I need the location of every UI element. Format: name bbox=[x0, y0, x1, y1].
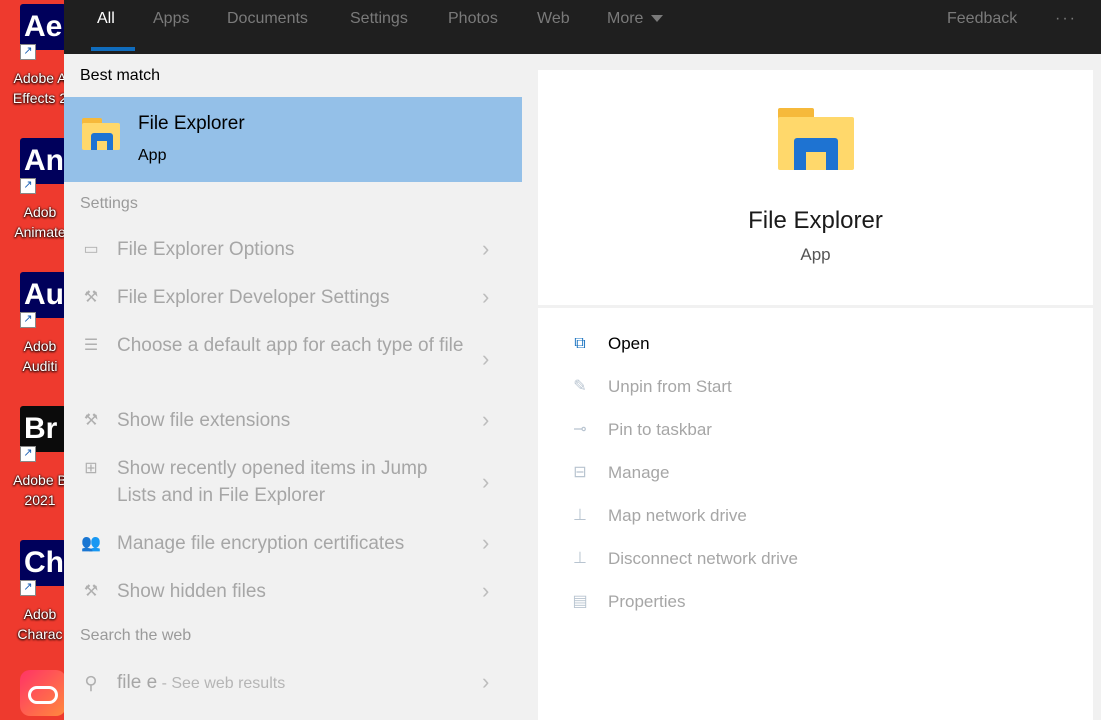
manage-action-label: Manage bbox=[608, 463, 670, 482]
tab-more-label: More bbox=[607, 10, 644, 27]
desktop-icon-label: Animate bbox=[14, 224, 64, 240]
web-search-item[interactable]: ⚲ file e - See web results › bbox=[64, 669, 522, 696]
desktop-icon-label: Adob bbox=[23, 606, 57, 622]
tools-icon: ⚒ bbox=[83, 583, 99, 600]
desktop-icon-audition[interactable]: Au ↗ Adob Auditi bbox=[0, 268, 64, 398]
settings-item-label: File Explorer Options bbox=[117, 239, 295, 260]
pin-icon: ⊸ bbox=[573, 421, 587, 438]
tab-photos[interactable]: Photos bbox=[448, 0, 498, 54]
options-icon: ▭ bbox=[83, 241, 99, 258]
web-search-query: file e bbox=[117, 672, 158, 693]
chevron-right-icon: › bbox=[482, 469, 490, 494]
settings-item-label: Show hidden files bbox=[117, 581, 266, 602]
active-tab-indicator bbox=[91, 47, 135, 51]
settings-item-label: Choose a default app for each type of fi… bbox=[117, 335, 464, 356]
properties-icon: ▤ bbox=[572, 593, 588, 610]
settings-item[interactable]: 👥 Manage file encryption certificates › bbox=[64, 530, 522, 557]
chevron-right-icon: › bbox=[482, 530, 490, 555]
unpin-action-label: Unpin from Start bbox=[608, 377, 732, 396]
app-preview-card: File Explorer App bbox=[538, 70, 1093, 305]
tools-icon: ⚒ bbox=[83, 412, 99, 429]
desktop-icon-character-animator[interactable]: Ch ↗ Adob Charac bbox=[0, 536, 64, 666]
best-match-item[interactable]: File Explorer App bbox=[64, 97, 522, 182]
app-type: App bbox=[800, 245, 831, 264]
settings-item[interactable]: ⚒ Show file extensions › bbox=[64, 407, 522, 434]
desktop-icon-label: Effects 2 bbox=[12, 90, 64, 106]
search-filter-bar: All Apps Documents Settings Photos Web M… bbox=[64, 0, 1101, 54]
list-icon: ☰ bbox=[83, 337, 99, 354]
web-search-text: file e - See web results bbox=[117, 669, 467, 697]
unpin-icon: ✎ bbox=[573, 378, 587, 395]
open-action-label: Open bbox=[608, 334, 650, 353]
shortcut-arrow-icon: ↗ bbox=[20, 44, 36, 60]
tab-more[interactable]: More bbox=[607, 0, 664, 54]
disconnect-drive-action-label: Disconnect network drive bbox=[608, 549, 798, 568]
tab-documents[interactable]: Documents bbox=[227, 0, 308, 54]
tab-settings[interactable]: Settings bbox=[350, 0, 408, 54]
app-actions-list: ⧉ Open ✎ Unpin from Start ⊸ Pin to taskb… bbox=[538, 308, 1093, 720]
shortcut-arrow-icon: ↗ bbox=[20, 312, 36, 328]
network-drive-icon: ⊥ bbox=[573, 507, 587, 524]
best-match-heading: Best match bbox=[80, 67, 161, 84]
desktop-icon-label: 2021 bbox=[24, 492, 56, 508]
app-title: File Explorer bbox=[748, 207, 883, 234]
shortcut-arrow-icon: ↗ bbox=[20, 178, 36, 194]
settings-heading: Settings bbox=[80, 195, 138, 212]
pin-action-label: Pin to taskbar bbox=[608, 420, 712, 439]
desktop-icon-label: Adob bbox=[23, 204, 57, 220]
settings-item[interactable]: ☰ Choose a default app for each type of … bbox=[64, 332, 522, 386]
desktop-icon-label: Charac bbox=[17, 626, 63, 642]
shortcut-arrow-icon: ↗ bbox=[20, 580, 36, 596]
settings-item[interactable]: ▭ File Explorer Options › bbox=[64, 236, 522, 263]
settings-item[interactable]: ⊞ Show recently opened items in Jump Lis… bbox=[64, 455, 522, 509]
settings-item-label: Show file extensions bbox=[117, 410, 291, 431]
desktop-background: Ae ↗ Adobe A Effects 2 An ↗ Adob Animate… bbox=[0, 0, 64, 720]
desktop-icon-bridge[interactable]: Br ↗ Adobe B 2021 bbox=[0, 402, 64, 532]
tab-all[interactable]: All bbox=[97, 0, 115, 54]
settings-item-label: Manage file encryption certificates bbox=[117, 533, 405, 554]
chevron-right-icon: › bbox=[482, 407, 490, 432]
feedback-button[interactable]: Feedback bbox=[947, 0, 1017, 54]
desktop-icon-label: Adobe B bbox=[13, 472, 64, 488]
file-explorer-large-icon bbox=[778, 108, 854, 170]
settings-item[interactable]: ⚒ Show hidden files › bbox=[64, 578, 522, 605]
chevron-right-icon: › bbox=[482, 236, 490, 261]
manage-icon: ⊟ bbox=[573, 464, 587, 481]
tab-web[interactable]: Web bbox=[537, 0, 570, 54]
search-web-heading: Search the web bbox=[80, 627, 192, 644]
best-match-type: App bbox=[138, 147, 167, 164]
desktop-icon-label: Adobe A bbox=[13, 70, 64, 86]
chevron-right-icon: › bbox=[482, 284, 490, 309]
settings-item-label: File Explorer Developer Settings bbox=[117, 287, 390, 308]
desktop-icon-animate[interactable]: An ↗ Adob Animate bbox=[0, 134, 64, 264]
network-drive-icon: ⊥ bbox=[573, 550, 587, 567]
chevron-right-icon: › bbox=[482, 578, 490, 603]
chevron-right-icon: › bbox=[482, 669, 490, 694]
desktop-icon-label: Auditi bbox=[22, 358, 58, 374]
tools-icon: ⚒ bbox=[83, 289, 99, 306]
map-drive-action-label: Map network drive bbox=[608, 506, 747, 525]
file-explorer-icon bbox=[82, 118, 120, 150]
cloud-shape-icon bbox=[28, 686, 58, 704]
grid-icon: ⊞ bbox=[84, 460, 98, 477]
chevron-right-icon: › bbox=[482, 346, 490, 371]
open-window-icon: ⧉ bbox=[574, 335, 586, 352]
results-panel: Best match File Explorer App Settings ▭ … bbox=[64, 54, 538, 720]
search-icon: ⚲ bbox=[84, 673, 98, 693]
chevron-down-icon bbox=[651, 15, 664, 23]
shortcut-arrow-icon: ↗ bbox=[20, 446, 36, 462]
users-icon: 👥 bbox=[81, 535, 101, 552]
best-match-name: File Explorer bbox=[138, 113, 245, 134]
desktop-icon-label: Adob bbox=[23, 338, 57, 354]
tab-apps[interactable]: Apps bbox=[153, 0, 189, 54]
more-options-icon[interactable]: ··· bbox=[1055, 0, 1077, 54]
creative-cloud-icon[interactable] bbox=[20, 670, 64, 716]
settings-item[interactable]: ⚒ File Explorer Developer Settings › bbox=[64, 284, 522, 311]
web-search-suffix: - See web results bbox=[157, 675, 286, 692]
properties-action-label: Properties bbox=[608, 592, 686, 611]
settings-item-label: Show recently opened items in Jump Lists… bbox=[117, 458, 428, 506]
desktop-icon-after-effects[interactable]: Ae ↗ Adobe A Effects 2 bbox=[0, 0, 64, 130]
